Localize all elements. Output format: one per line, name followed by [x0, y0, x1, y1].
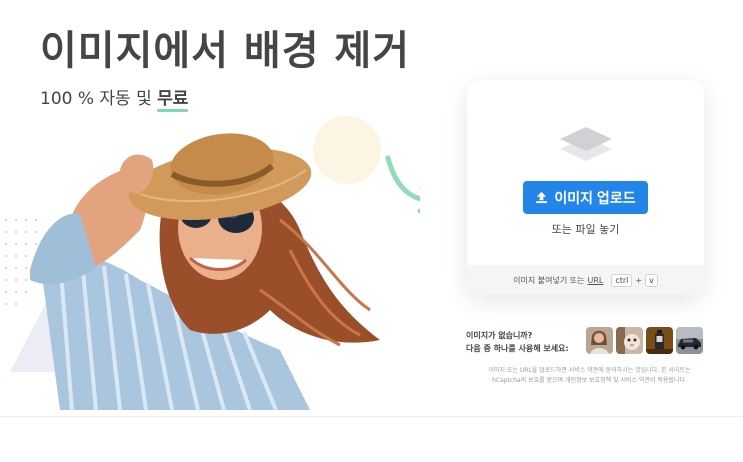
legal-notice: 이미지 또는 URL을 업로드하면 서비스 약관에 동의하시는 것입니다. 본 …	[467, 366, 712, 386]
no-image-line1: 이미지가 없습니까?	[466, 331, 533, 340]
section-divider	[0, 416, 743, 417]
no-image-line2: 다음 중 하나를 사용해 보세요:	[466, 344, 569, 353]
no-image-prompt: 이미지가 없습니까? 다음 중 하나를 사용해 보세요:	[466, 329, 569, 355]
upload-image-button[interactable]: 이미지 업로드	[523, 181, 648, 214]
upload-card[interactable]: 이미지 업로드 또는 파일 놓기 이미지 붙여넣기 또는 URL ctrl + …	[467, 80, 704, 295]
legal-line1: 이미지 또는 URL을 업로드하면 서비스 약관에 동의하시는 것입니다. 본 …	[488, 367, 691, 374]
sample-product[interactable]	[646, 327, 673, 354]
legal-line2: hCaptcha의 보호를 받으며 개인정보 보호정책 및 서비스 약관이 적용…	[492, 377, 687, 384]
paste-bar: 이미지 붙여넣기 또는 URL ctrl + v	[467, 265, 704, 295]
layers-icon	[560, 127, 612, 161]
subtitle-free: 무료	[157, 84, 189, 112]
sample-woman[interactable]	[586, 327, 613, 354]
sample-car[interactable]	[676, 327, 703, 354]
page-title: 이미지에서 배경 제거	[40, 28, 411, 74]
page: 이미지에서 배경 제거 100 % 자동 및 무료 이미지 업로드 또는 파일 …	[0, 0, 743, 462]
curved-arrow-icon	[385, 155, 420, 202]
hero-photo	[5, 116, 420, 410]
key-ctrl: ctrl	[611, 273, 633, 287]
drop-file-text: 또는 파일 놓기	[551, 223, 620, 236]
upload-button-label: 이미지 업로드	[554, 189, 636, 206]
key-plus: +	[635, 275, 643, 285]
page-subtitle: 100 % 자동 및 무료	[40, 84, 189, 112]
paste-text: 이미지 붙여넣기 또는	[513, 275, 585, 285]
upload-arrow-icon	[536, 191, 548, 204]
url-link[interactable]: URL	[587, 276, 603, 285]
subtitle-prefix: 100 % 자동 및	[40, 89, 158, 109]
dot-pattern	[5, 219, 37, 305]
key-v: v	[645, 273, 658, 287]
sample-animal[interactable]	[616, 327, 643, 354]
decor-circle	[313, 116, 381, 184]
sample-images	[586, 327, 703, 354]
